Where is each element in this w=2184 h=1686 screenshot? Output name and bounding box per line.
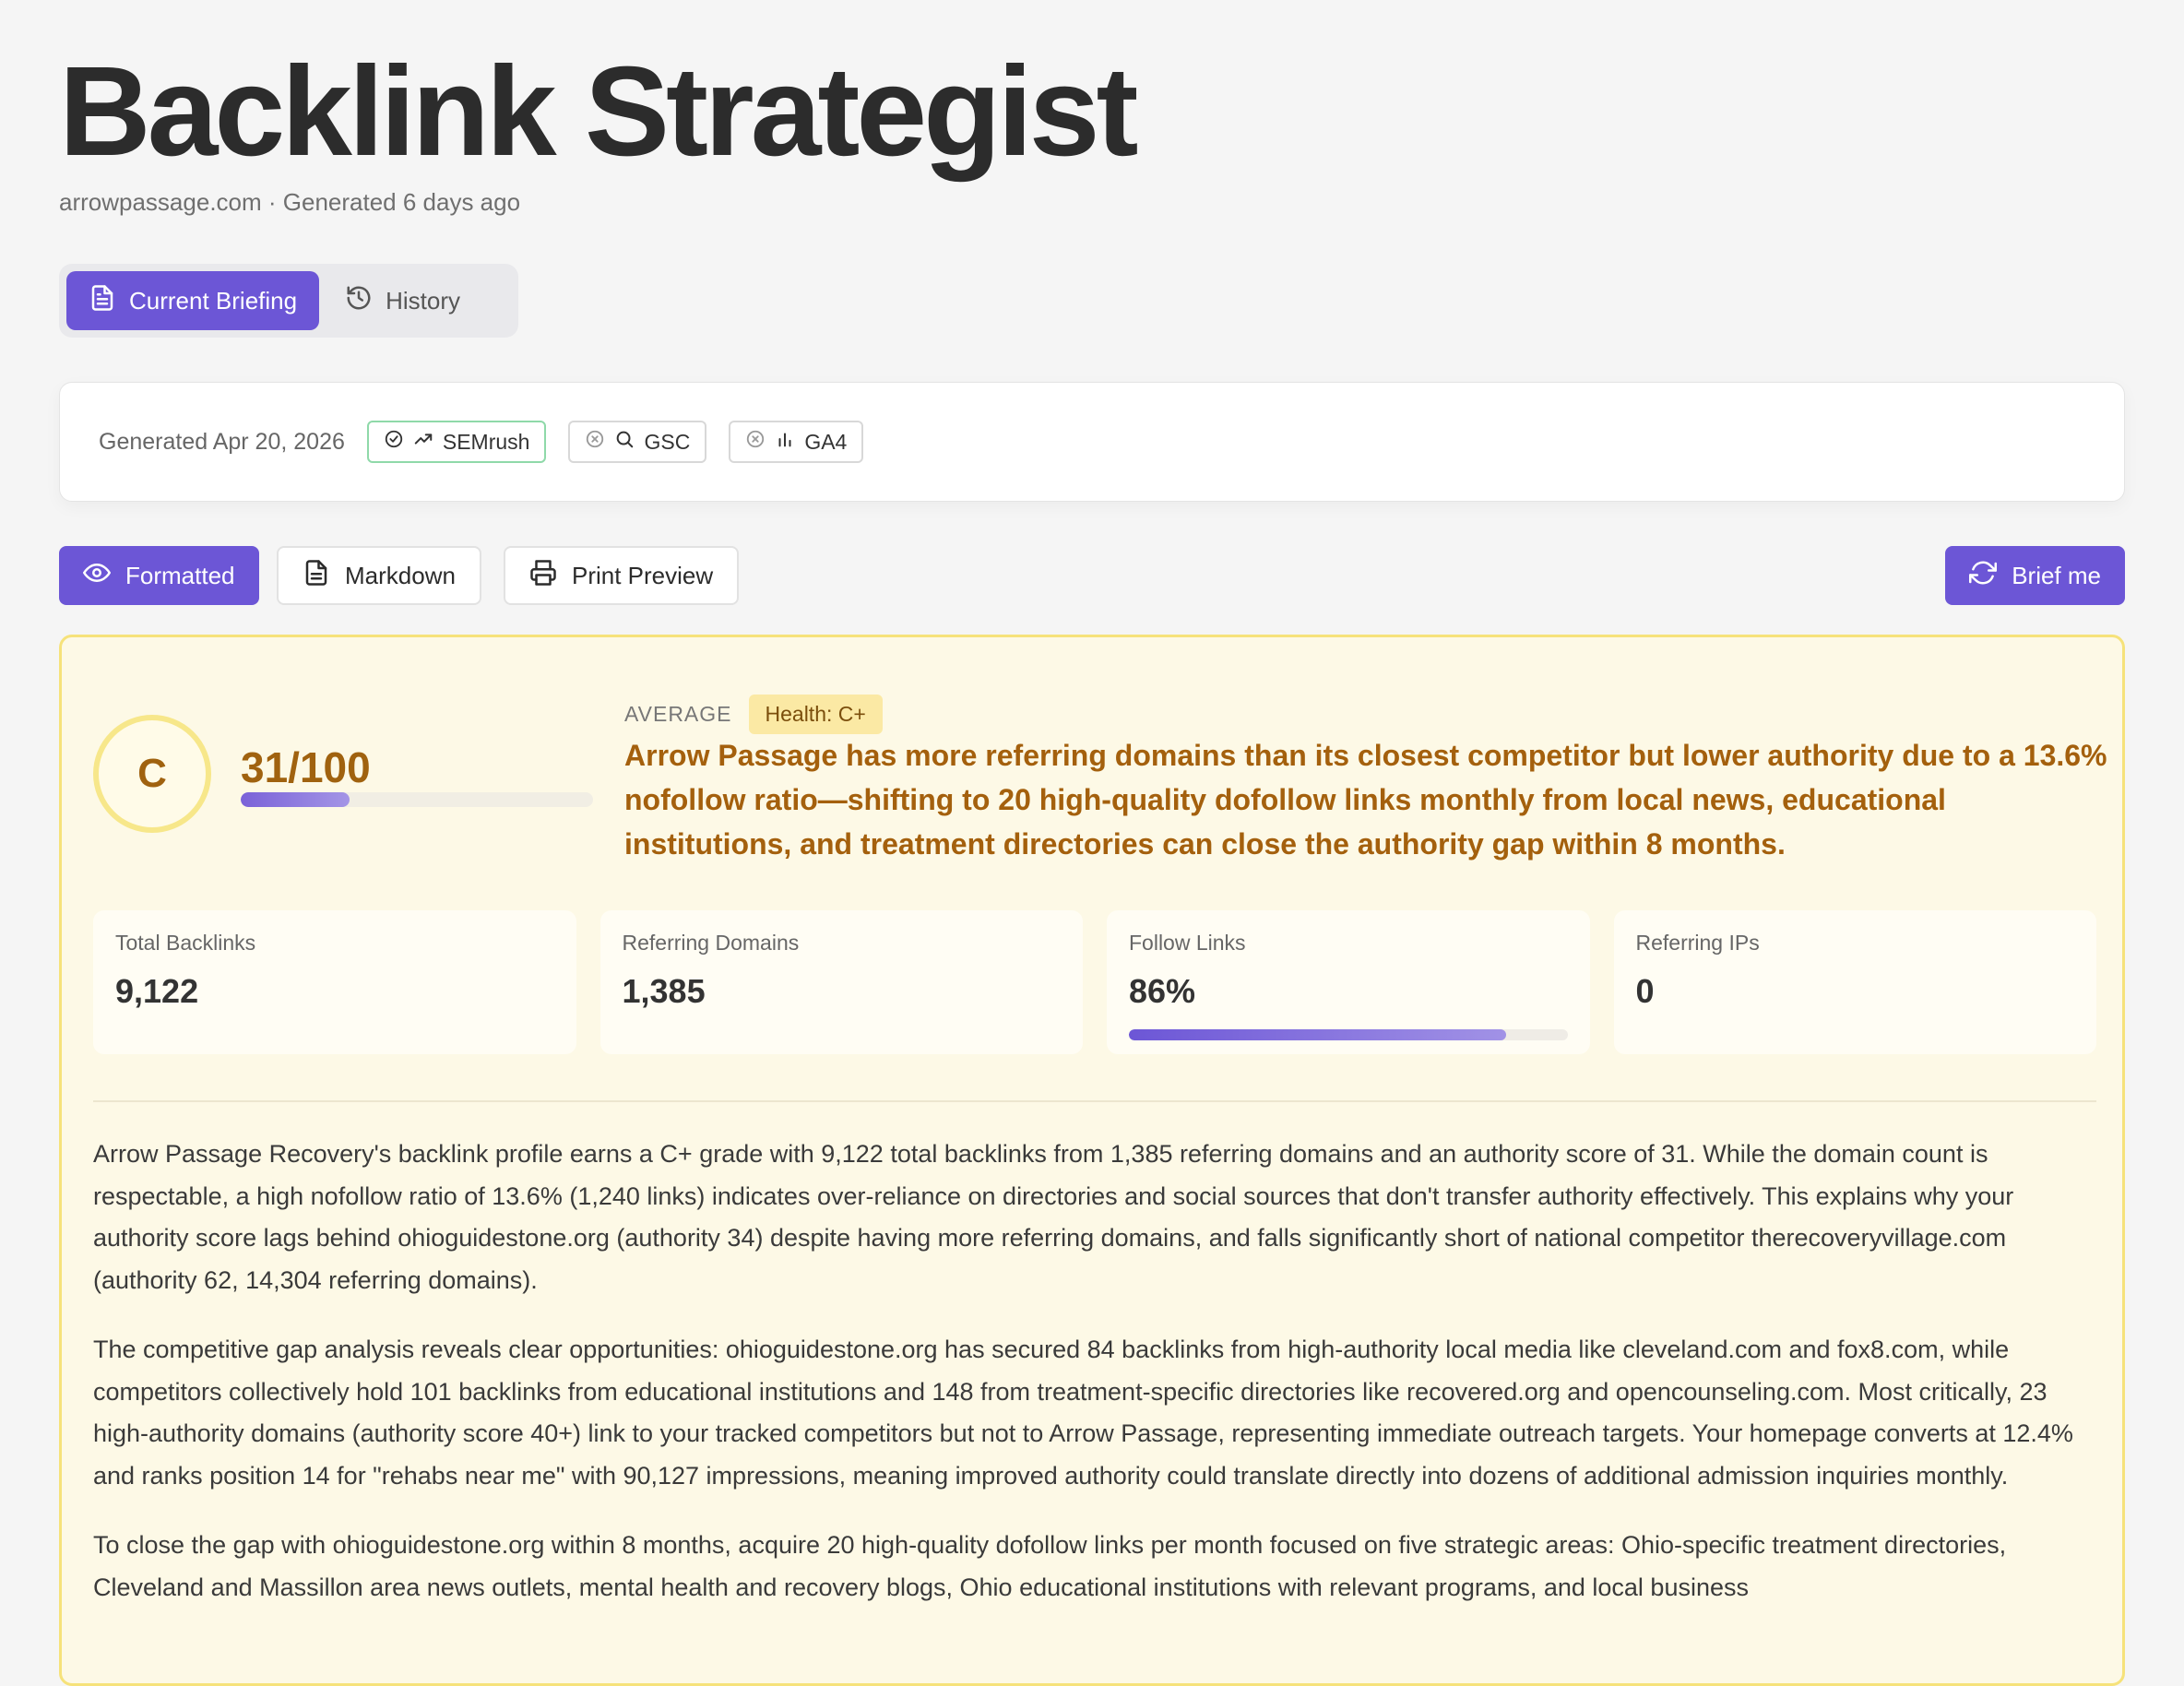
body-paragraph: Arrow Passage Recovery's backlink profil…: [93, 1140, 2014, 1294]
toolbar: Formatted Markdown Print Preview Brief m…: [59, 546, 2125, 605]
briefing-meta-card: Generated Apr 20, 2026 SEMrush GSC GA4: [59, 382, 2125, 502]
score-progress-fill: [241, 792, 350, 807]
stat-value: 1,385: [622, 972, 706, 1010]
source-badge-semrush: SEMrush: [366, 421, 547, 463]
x-circle-icon: [585, 429, 605, 455]
source-label: SEMrush: [442, 429, 530, 454]
grade-badge: C: [93, 715, 211, 833]
check-circle-icon: [384, 429, 404, 455]
search-icon: [614, 429, 635, 455]
score-progress-bar: [241, 792, 593, 807]
refresh-icon: [1969, 559, 1998, 593]
follow-links-progress-bar: [1129, 1029, 1568, 1040]
tab-current-briefing[interactable]: Current Briefing: [66, 271, 320, 330]
page-subtitle: arrowpassage.com · Generated 6 days ago: [59, 188, 521, 216]
stat-label: Referring Domains: [622, 931, 800, 955]
body-paragraph: The competitive gap analysis reveals cle…: [93, 1336, 2073, 1490]
document-icon: [89, 284, 116, 318]
page-title: Backlink Strategist: [59, 41, 1138, 183]
history-icon: [345, 284, 373, 318]
tab-label: History: [386, 286, 460, 315]
button-label: Markdown: [345, 561, 456, 589]
trending-up-icon: [413, 429, 433, 455]
authority-score: 31/100: [241, 743, 371, 791]
briefing-report: C 31/100 AVERAGE Health: C+ Arrow Passag…: [59, 635, 2125, 1686]
formatted-button[interactable]: Formatted: [59, 546, 259, 605]
tab-label: Current Briefing: [129, 286, 298, 315]
stat-card-follow-links: Follow Links 86%: [1107, 910, 1590, 1054]
button-label: Brief me: [2012, 561, 2101, 589]
brief-me-button[interactable]: Brief me: [1945, 546, 2125, 605]
divider: [93, 1100, 2096, 1102]
tab-history[interactable]: History: [323, 271, 482, 330]
level-label: AVERAGE: [624, 702, 732, 726]
body-paragraph: To close the gap with ohioguidestone.org…: [93, 1531, 2007, 1601]
stat-card-total-backlinks: Total Backlinks 9,122: [93, 910, 576, 1054]
view-tabs: Current Briefing History: [59, 264, 518, 338]
x-circle-icon: [745, 429, 766, 455]
source-badge-ga4: GA4: [729, 421, 864, 463]
follow-links-progress-fill: [1129, 1029, 1506, 1040]
stat-value: 0: [1635, 972, 1655, 1010]
markdown-button[interactable]: Markdown: [277, 546, 481, 605]
summary-headline: Arrow Passage has more referring domains…: [624, 739, 2107, 861]
printer-icon: [529, 559, 557, 593]
generated-date: Generated Apr 20, 2026: [99, 428, 345, 455]
health-row: AVERAGE Health: C+: [624, 695, 883, 734]
print-preview-button[interactable]: Print Preview: [504, 546, 740, 605]
health-badge: Health: C+: [748, 695, 883, 734]
source-label: GSC: [644, 429, 691, 454]
stat-card-referring-ips: Referring IPs 0: [1613, 910, 2096, 1054]
briefing-body: Arrow Passage Recovery's backlink profil…: [93, 1134, 2104, 1636]
stat-label: Follow Links: [1129, 931, 1246, 955]
stat-value: 9,122: [115, 972, 199, 1010]
stat-label: Referring IPs: [1635, 931, 1760, 955]
eye-icon: [83, 559, 111, 593]
stat-value: 86%: [1129, 972, 1196, 1010]
stat-card-referring-domains: Referring Domains 1,385: [599, 910, 1083, 1054]
stat-label: Total Backlinks: [115, 931, 256, 955]
stats-row: Total Backlinks 9,122 Referring Domains …: [93, 910, 2096, 1054]
button-label: Print Preview: [572, 561, 714, 589]
bar-chart-icon: [775, 429, 795, 455]
source-label: GA4: [804, 429, 848, 454]
file-text-icon: [303, 559, 330, 593]
button-label: Formatted: [125, 561, 235, 589]
source-badge-gsc: GSC: [568, 421, 707, 463]
